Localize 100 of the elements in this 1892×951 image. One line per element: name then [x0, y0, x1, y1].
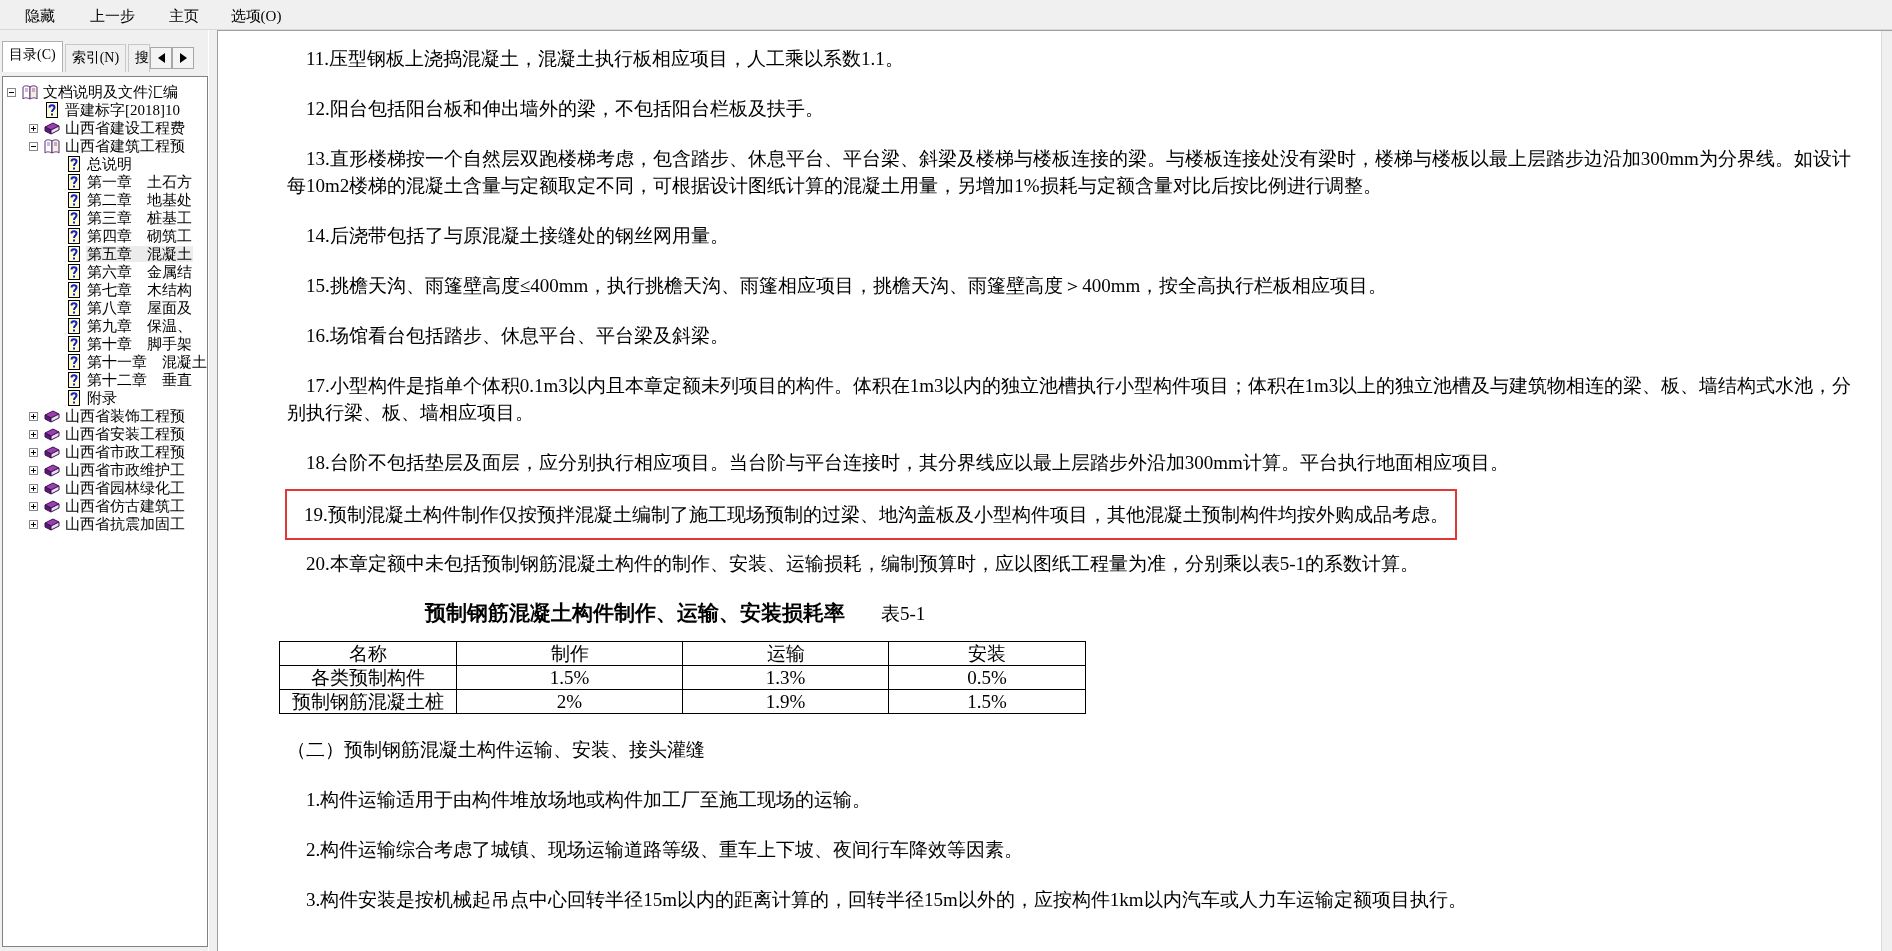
help-page-icon	[66, 318, 82, 334]
column-header: 名称	[279, 641, 457, 666]
book-icon	[44, 120, 60, 136]
tree-item[interactable]: 山西省装饰工程预	[64, 408, 186, 424]
scroll-left-button[interactable]	[150, 47, 173, 69]
help-page-icon	[66, 300, 82, 316]
help-page-icon	[66, 246, 82, 262]
table-cell: 1.5%	[456, 665, 683, 690]
expand-icon[interactable]	[29, 519, 38, 529]
column-header: 运输	[682, 641, 889, 666]
tree-item[interactable]: 山西省市政维护工	[64, 462, 186, 478]
expand-icon[interactable]	[29, 465, 38, 475]
help-page-icon	[66, 354, 82, 370]
paragraph: 16.场馆看台包括踏步、休息平台、平台梁及斜梁。	[305, 324, 730, 348]
toolbar-button[interactable]: 隐藏	[4, 7, 76, 29]
paragraph: 20.本章定额中未包括预制钢筋混凝土构件的制作、安装、运输损耗，编制预算时，应以图纸工程量为准，分别乘以表5-1的系数计算。	[305, 552, 1421, 576]
scroll-right-button[interactable]	[172, 47, 195, 69]
toolbar-button[interactable]: 上一步	[76, 7, 148, 29]
help-page-icon	[66, 336, 82, 352]
expand-icon[interactable]	[29, 123, 38, 133]
book-icon	[44, 408, 60, 424]
nav-tab[interactable]: 目录(C)	[2, 41, 63, 72]
tree-item[interactable]: 第七章 木结构	[86, 282, 193, 298]
nav-tab[interactable]: 索引(N)	[64, 44, 127, 72]
table-cell: 预制钢筋混凝土桩	[279, 689, 457, 714]
paragraph: 19.预制混凝土构件制作仅按预拌混凝土编制了施工现场预制的过梁、地沟盖板及小型构件项目，其他混凝土预制构件均按外购成品考虑。	[285, 489, 1457, 540]
paragraph: 14.后浇带包括了与原混凝土接缝处的钢丝网用量。	[305, 224, 730, 248]
expand-icon[interactable]	[29, 411, 38, 421]
open-book-icon	[44, 138, 60, 154]
open-book-icon	[22, 84, 38, 100]
help-page-icon	[44, 102, 60, 118]
scrollbar[interactable]	[1881, 31, 1892, 951]
book-icon	[44, 444, 60, 460]
table-title: 预制钢筋混凝土构件制作、运输、安装损耗率	[425, 600, 845, 626]
toolbar-button[interactable]: 主页	[148, 7, 220, 29]
help-page-icon	[66, 264, 82, 280]
tree-item[interactable]: 山西省仿古建筑工	[64, 498, 186, 514]
tree-item[interactable]: 第三章 桩基工	[86, 210, 193, 226]
splitter[interactable]	[208, 30, 218, 951]
tree-item[interactable]: 文档说明及文件汇编	[42, 84, 179, 100]
paragraph: 12.阳台包括阳台板和伸出墙外的梁，不包括阳台栏板及扶手。	[305, 97, 825, 121]
tree-item[interactable]: 第二章 地基处	[86, 192, 193, 208]
column-header: 制作	[456, 641, 683, 666]
help-page-icon	[66, 210, 82, 226]
help-page-icon	[66, 192, 82, 208]
collapse-icon[interactable]	[7, 87, 16, 97]
tree-item[interactable]: 晋建标字[2018]10	[64, 102, 181, 118]
paragraph: 17.小型构件是指单个体积0.1m3以内且本章定额未列项目的构件。体积在1m3以内的独立池槽执行小型构件项目；体积在1m3以上的独立池槽及与建筑物相连的梁、板、墙结构式水池，分别执行梁、板、墙相应项目。	[287, 374, 1853, 425]
expand-icon[interactable]	[29, 429, 38, 439]
toolbar-button[interactable]: 选项(O)	[220, 7, 292, 29]
nav-tab[interactable]: 搜	[128, 44, 151, 72]
tree-item[interactable]: 山西省市政工程预	[64, 444, 186, 460]
table-cell: 1.3%	[682, 665, 889, 690]
tree-item[interactable]: 第八章 屋面及	[86, 300, 193, 316]
expand-icon[interactable]	[29, 501, 38, 511]
book-icon	[44, 516, 60, 532]
book-icon	[44, 462, 60, 478]
tree-item[interactable]: 山西省抗震加固工	[64, 516, 186, 532]
tree-item[interactable]: 第九章 保温、	[86, 318, 193, 334]
section-heading: （二）预制钢筋混凝土构件运输、安装、接头灌缝	[287, 738, 706, 762]
tree-item[interactable]: 总说明	[86, 156, 133, 172]
tree-item[interactable]: 第十二章 垂直	[86, 372, 193, 388]
table-cell: 1.9%	[682, 689, 889, 714]
tree-item[interactable]: 第一章 土石方	[86, 174, 193, 190]
tree-item[interactable]: 附录	[86, 390, 118, 406]
tree-item[interactable]: 第六章 金属结	[86, 264, 193, 280]
right-arrow-icon	[179, 53, 187, 63]
paragraph: 18.台阶不包括垫层及面层，应分别执行相应项目。当台阶与平台连接时，其分界线应以最上层踏步外沿加300mm计算。平台执行地面相应项目。	[305, 451, 1510, 475]
book-icon	[44, 498, 60, 514]
column-header: 安装	[888, 641, 1086, 666]
tree-item[interactable]: 第五章 混凝土	[86, 246, 193, 262]
help-page-icon	[66, 282, 82, 298]
tree-item[interactable]: 山西省建设工程费	[64, 120, 186, 136]
paragraph: 11.压型钢板上浇捣混凝土，混凝土执行板相应项目，人工乘以系数1.1。	[305, 47, 905, 71]
tree-item[interactable]: 第十一章 混凝土	[86, 354, 207, 370]
table-cell: 各类预制构件	[279, 665, 457, 690]
table-number: 表5-1	[881, 602, 926, 626]
table-cell: 2%	[456, 689, 683, 714]
help-page-icon	[66, 390, 82, 406]
help-page-icon	[66, 174, 82, 190]
help-page-icon	[66, 228, 82, 244]
tree-item[interactable]: 第十章 脚手架	[86, 336, 193, 352]
paragraph: 1.构件运输适用于由构件堆放场地或构件加工厂至施工现场的运输。	[305, 788, 873, 812]
paragraph: 13.直形楼梯按一个自然层双跑楼梯考虑，包含踏步、休息平台、平台梁、斜梁及楼梯与楼板连接的梁。与楼板连接处没有梁时，楼梯与楼板以最上层踏步边沿加300mm为分界线。如设计每10m2楼梯的混凝土含量与定额取定不同，可根据设计图纸计算的混凝土用量，另增加1%损耗与定额含量对比后按比例进行调整。	[287, 147, 1852, 198]
collapse-icon[interactable]	[29, 141, 38, 151]
help-page-icon	[66, 372, 82, 388]
tree-item[interactable]: 山西省园林绿化工	[64, 480, 186, 496]
tree-item[interactable]: 第四章 砌筑工	[86, 228, 193, 244]
table-cell: 0.5%	[888, 665, 1086, 690]
paragraph: 15.挑檐天沟、雨篷壁高度≤400mm，执行挑檐天沟、雨篷相应项目，挑檐天沟、雨篷壁高度＞400mm，按全高执行栏板相应项目。	[305, 274, 1389, 298]
expand-icon[interactable]	[29, 483, 38, 493]
paragraph: 2.构件运输综合考虑了城镇、现场运输道路等级、重车上下坡、夜间行车降效等因素。	[305, 838, 1025, 862]
table-cell: 1.5%	[888, 689, 1086, 714]
help-page-icon	[66, 156, 82, 172]
tree-item[interactable]: 山西省建筑工程预	[64, 138, 186, 154]
expand-icon[interactable]	[29, 447, 38, 457]
left-arrow-icon	[157, 53, 165, 63]
paragraph: 3.构件安装是按机械起吊点中心回转半径15m以内的距离计算的，回转半径15m以外的，应按构件1km以内汽车或人力车运输定额项目执行。	[305, 888, 1468, 912]
tree-item[interactable]: 山西省安装工程预	[64, 426, 186, 442]
book-icon	[44, 426, 60, 442]
